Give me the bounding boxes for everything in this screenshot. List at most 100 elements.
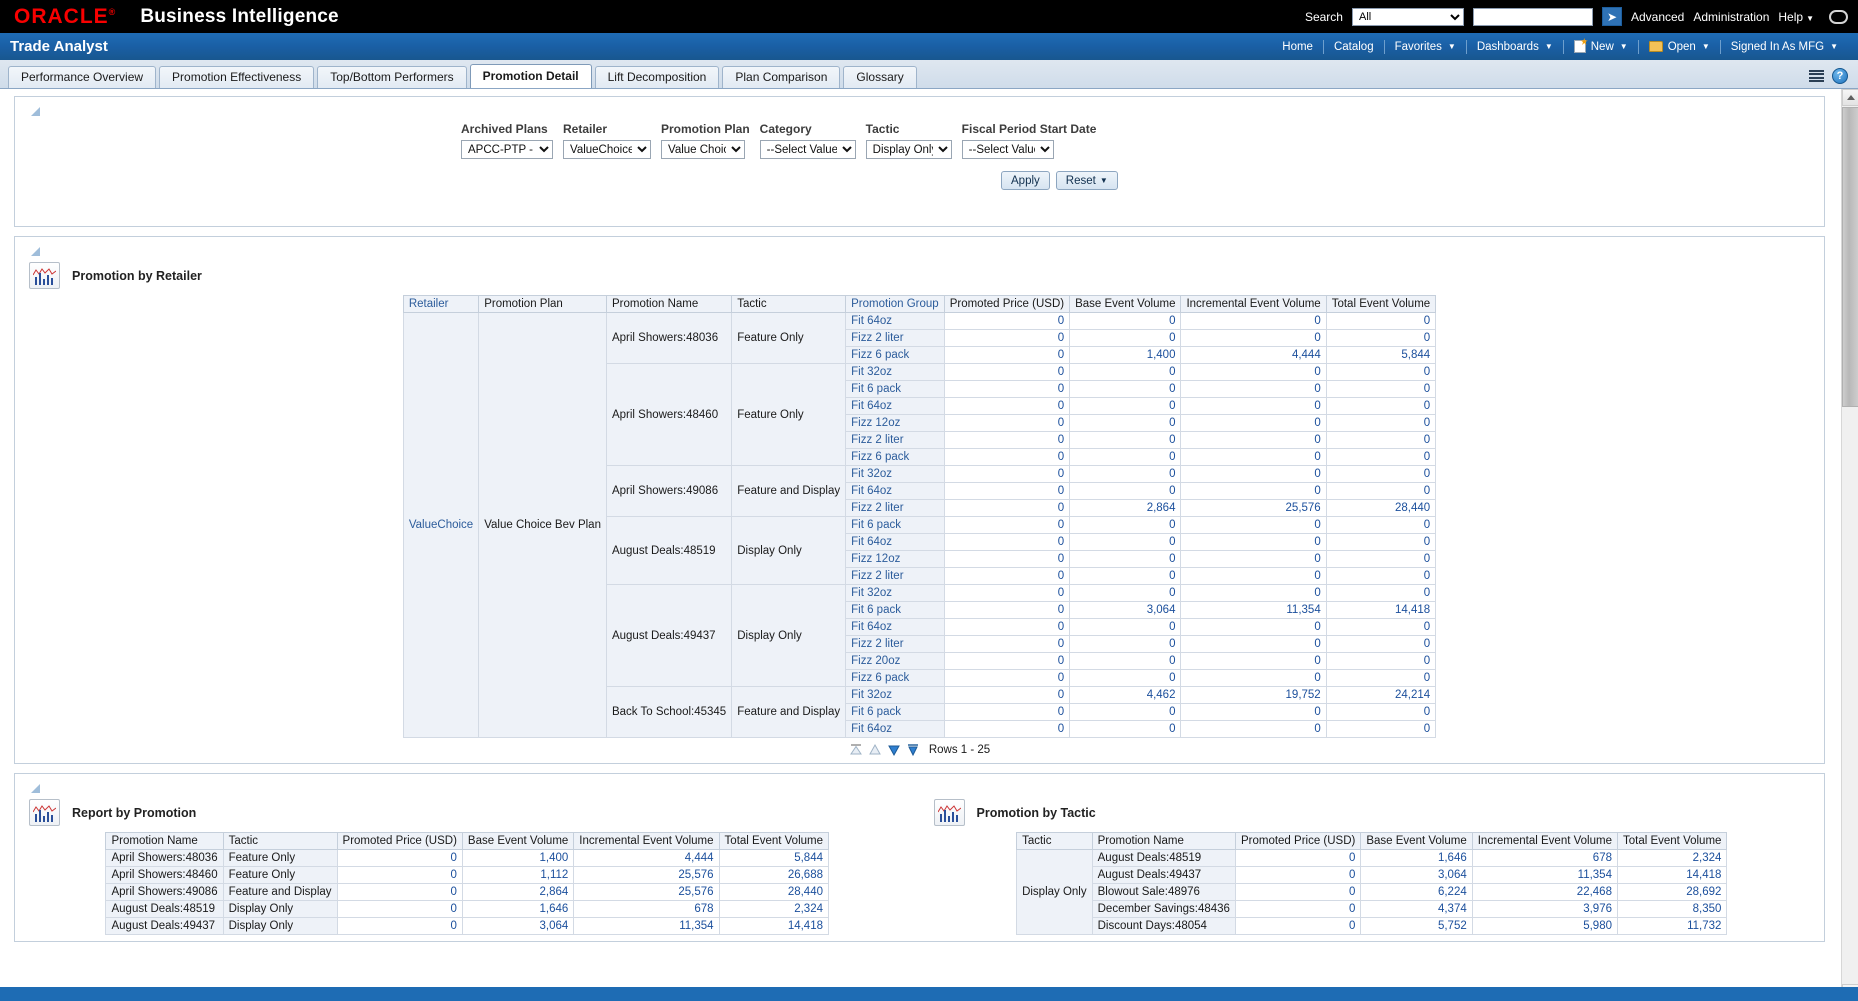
apply-button[interactable]: Apply	[1001, 171, 1050, 190]
col-tactic[interactable]: Tactic	[1017, 833, 1093, 850]
category-select[interactable]: --Select Value--	[760, 140, 856, 159]
nav-favorites[interactable]: Favorites▼	[1385, 41, 1466, 53]
cell-total-event-volume: 2,324	[1617, 850, 1726, 867]
page-next-icon[interactable]	[887, 743, 901, 757]
col-promoted-price[interactable]: Promoted Price (USD)	[1235, 833, 1360, 850]
cell-promotion-group[interactable]: Fizz 12oz	[846, 415, 945, 432]
col-incremental-event-volume[interactable]: Incremental Event Volume	[1181, 296, 1326, 313]
col-tactic[interactable]: Tactic	[223, 833, 337, 850]
col-total-event-volume[interactable]: Total Event Volume	[719, 833, 828, 850]
vertical-scrollbar[interactable]	[1841, 89, 1858, 1001]
collapse-section-icon[interactable]	[31, 247, 40, 256]
table-header-row: Promotion Name Tactic Promoted Price (US…	[106, 833, 829, 850]
cell-incremental-event-volume: 0	[1181, 517, 1326, 534]
retailer-select[interactable]: ValueChoice	[563, 140, 651, 159]
col-base-event-volume[interactable]: Base Event Volume	[1361, 833, 1472, 850]
nav-home[interactable]: Home	[1272, 41, 1323, 53]
cell-promotion-group[interactable]: Fizz 20oz	[846, 653, 945, 670]
cell-promotion-group[interactable]: Fizz 2 liter	[846, 500, 945, 517]
cell-total-event-volume: 14,418	[1617, 867, 1726, 884]
fiscal-period-select[interactable]: --Select Value--	[962, 140, 1054, 159]
cell-promotion-group[interactable]: Fit 32oz	[846, 687, 945, 704]
page-options-icon[interactable]	[1809, 70, 1824, 83]
tab-glossary[interactable]: Glossary	[843, 66, 916, 88]
cell-base-event-volume: 0	[1070, 721, 1181, 738]
col-tactic[interactable]: Tactic	[732, 296, 846, 313]
cell-promotion-group[interactable]: Fit 64oz	[846, 313, 945, 330]
col-promoted-price[interactable]: Promoted Price (USD)	[337, 833, 462, 850]
nav-dashboards[interactable]: Dashboards▼	[1467, 41, 1563, 53]
col-promotion-name[interactable]: Promotion Name	[606, 296, 731, 313]
cell-promotion-group[interactable]: Fit 64oz	[846, 534, 945, 551]
cell-promotion-group[interactable]: Fit 6 pack	[846, 381, 945, 398]
col-retailer[interactable]: Retailer	[403, 296, 478, 313]
user-avatar-icon[interactable]	[1829, 10, 1848, 24]
col-total-event-volume[interactable]: Total Event Volume	[1617, 833, 1726, 850]
archived-plans-select[interactable]: APCC-PTP - Curre	[461, 140, 553, 159]
tab-plan-comparison[interactable]: Plan Comparison	[722, 66, 840, 88]
col-base-event-volume[interactable]: Base Event Volume	[1070, 296, 1181, 313]
page-last-icon[interactable]	[906, 743, 920, 757]
reset-button-label: Reset	[1066, 175, 1096, 187]
col-promotion-name[interactable]: Promotion Name	[106, 833, 223, 850]
col-promoted-price[interactable]: Promoted Price (USD)	[944, 296, 1069, 313]
administration-link[interactable]: Administration	[1693, 10, 1769, 24]
collapse-section-icon[interactable]	[31, 107, 40, 116]
promotion-plan-select[interactable]: Value Choice Bev	[661, 140, 745, 159]
cell-incremental-event-volume: 0	[1181, 483, 1326, 500]
tactic-select[interactable]: Display Only;Fea	[866, 140, 952, 159]
promotion-by-tactic-table-wrap: Tactic Promotion Name Promoted Price (US…	[920, 832, 1825, 935]
search-input[interactable]	[1473, 8, 1593, 26]
col-total-event-volume[interactable]: Total Event Volume	[1326, 296, 1435, 313]
cell-promotion-group[interactable]: Fizz 6 pack	[846, 347, 945, 364]
cell-promotion-group[interactable]: Fizz 6 pack	[846, 670, 945, 687]
col-incremental-event-volume[interactable]: Incremental Event Volume	[1472, 833, 1617, 850]
search-go-icon[interactable]: ➤	[1602, 7, 1622, 26]
cell-promotion-group[interactable]: Fit 32oz	[846, 466, 945, 483]
cell-promotion-group[interactable]: Fit 64oz	[846, 398, 945, 415]
cell-promotion-name: August Deals:49437	[606, 585, 731, 687]
cell-promotion-group[interactable]: Fit 6 pack	[846, 602, 945, 619]
nav-signed-in-as[interactable]: Signed In As MFG▼	[1721, 41, 1848, 53]
cell-promotion-group[interactable]: Fizz 6 pack	[846, 449, 945, 466]
tab-promotion-detail[interactable]: Promotion Detail	[470, 64, 592, 88]
cell-promotion-group[interactable]: Fizz 2 liter	[846, 432, 945, 449]
table-header: Promotion Name Tactic Promoted Price (US…	[106, 833, 829, 850]
col-promotion-group[interactable]: Promotion Group	[846, 296, 945, 313]
reset-button[interactable]: Reset▼	[1056, 171, 1118, 190]
cell-promotion-name: April Showers:49086	[606, 466, 731, 517]
cell-promotion-group[interactable]: Fizz 2 liter	[846, 330, 945, 347]
scroll-up-button[interactable]	[1842, 89, 1858, 106]
page-first-icon[interactable]	[849, 743, 863, 757]
help-menu[interactable]: Help▼	[1778, 10, 1814, 24]
search-scope-select[interactable]: All	[1352, 8, 1464, 26]
col-incremental-event-volume[interactable]: Incremental Event Volume	[574, 833, 719, 850]
cell-promotion-group[interactable]: Fizz 12oz	[846, 551, 945, 568]
col-base-event-volume[interactable]: Base Event Volume	[462, 833, 573, 850]
scrollbar-thumb[interactable]	[1842, 107, 1858, 407]
tab-promotion-effectiveness[interactable]: Promotion Effectiveness	[159, 66, 314, 88]
nav-open[interactable]: Open▼	[1639, 41, 1720, 53]
page-previous-icon[interactable]	[868, 743, 882, 757]
help-icon[interactable]: ?	[1832, 68, 1848, 84]
cell-promotion-group[interactable]: Fit 64oz	[846, 483, 945, 500]
cell-retailer[interactable]: ValueChoice	[403, 313, 478, 738]
nav-new[interactable]: New▼	[1564, 40, 1638, 53]
cell-promotion-group[interactable]: Fit 6 pack	[846, 704, 945, 721]
nav-catalog[interactable]: Catalog	[1324, 41, 1384, 53]
tab-lift-decomposition[interactable]: Lift Decomposition	[595, 66, 720, 88]
cell-promotion-group[interactable]: Fit 64oz	[846, 619, 945, 636]
cell-promotion-group[interactable]: Fit 32oz	[846, 585, 945, 602]
tab-performance-overview[interactable]: Performance Overview	[8, 66, 156, 88]
advanced-link[interactable]: Advanced	[1631, 10, 1684, 24]
cell-promotion-group[interactable]: Fizz 2 liter	[846, 568, 945, 585]
cell-promotion-group[interactable]: Fit 6 pack	[846, 517, 945, 534]
cell-promotion-group[interactable]: Fit 64oz	[846, 721, 945, 738]
col-promotion-name[interactable]: Promotion Name	[1092, 833, 1235, 850]
tab-top-bottom-performers[interactable]: Top/Bottom Performers	[317, 66, 466, 88]
cell-promotion-group[interactable]: Fizz 2 liter	[846, 636, 945, 653]
cell-promotion-group[interactable]: Fit 32oz	[846, 364, 945, 381]
col-promotion-plan[interactable]: Promotion Plan	[479, 296, 607, 313]
collapse-section-icon[interactable]	[31, 784, 40, 793]
cell-promoted-price: 0	[944, 670, 1069, 687]
